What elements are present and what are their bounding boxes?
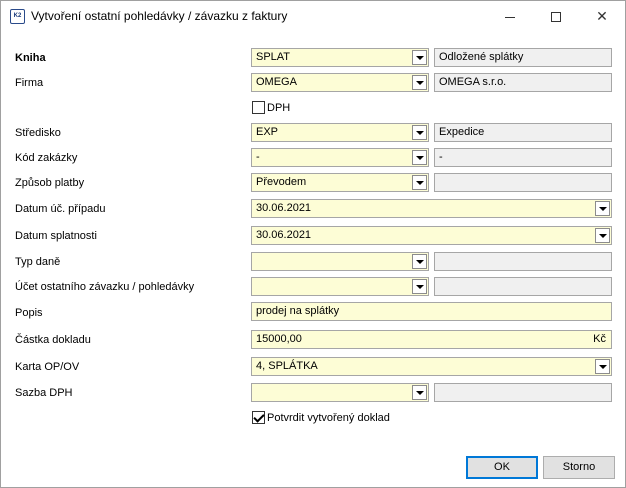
firma-value: OMEGA	[256, 76, 297, 88]
potvrdit-checkbox[interactable]	[252, 411, 265, 424]
kod-zakazky-combo[interactable]: -	[251, 148, 429, 167]
title-bar[interactable]: K2 Vytvoření ostatní pohledávky / závazk…	[1, 1, 625, 31]
close-icon: ✕	[596, 8, 608, 24]
zpusob-platby-combo[interactable]: Převodem	[251, 173, 429, 192]
storno-button[interactable]: Storno	[543, 456, 615, 479]
chevron-down-icon[interactable]	[595, 359, 610, 374]
chevron-down-icon[interactable]	[595, 201, 610, 216]
zpusob-platby-value: Převodem	[256, 176, 307, 188]
datum-uc-value: 30.06.2021	[256, 202, 312, 214]
chevron-down-icon[interactable]	[412, 150, 427, 165]
form-area: Kniha SPLAT Odložené splátky Firma OMEGA…	[1, 31, 625, 487]
chevron-down-icon[interactable]	[412, 279, 427, 294]
typ-dane-description	[434, 252, 612, 271]
chevron-down-icon[interactable]	[412, 50, 427, 65]
close-button[interactable]: ✕	[579, 1, 625, 31]
datum-splatnosti-value: 30.06.2021	[256, 229, 312, 241]
potvrdit-checkbox-label[interactable]: Potvrdit vytvořený doklad	[267, 412, 390, 424]
stredisko-description: Expedice	[434, 123, 612, 142]
kod-zakazky-value: -	[256, 151, 260, 163]
chevron-down-icon[interactable]	[595, 228, 610, 243]
kod-zakazky-description: -	[434, 148, 612, 167]
stredisko-value: EXP	[256, 126, 279, 138]
zpusob-platby-label: Způsob platby	[15, 177, 85, 189]
chevron-down-icon[interactable]	[412, 254, 427, 269]
firma-description: OMEGA s.r.o.	[434, 73, 612, 92]
datum-splatnosti-picker[interactable]: 30.06.2021	[251, 226, 612, 245]
kniha-label: Kniha	[15, 52, 46, 64]
stredisko-label: Středisko	[15, 127, 61, 139]
stredisko-combo[interactable]: EXP	[251, 123, 429, 142]
sazba-dph-description	[434, 383, 612, 402]
karta-label: Karta OP/OV	[15, 361, 80, 373]
datum-uc-picker[interactable]: 30.06.2021	[251, 199, 612, 218]
ucet-combo[interactable]	[251, 277, 429, 296]
datum-uc-label: Datum úč. případu	[15, 203, 106, 215]
datum-splatnosti-label: Datum splatnosti	[15, 230, 97, 242]
kniha-description: Odložené splátky	[434, 48, 612, 67]
chevron-down-icon[interactable]	[412, 125, 427, 140]
dph-checkbox[interactable]	[252, 101, 265, 114]
kod-zakazky-label: Kód zakázky	[15, 152, 78, 164]
dialog-window: K2 Vytvoření ostatní pohledávky / závazk…	[0, 0, 626, 488]
currency-label: Kč	[593, 333, 606, 345]
ucet-description	[434, 277, 612, 296]
typ-dane-label: Typ daně	[15, 256, 61, 268]
maximize-button[interactable]	[533, 1, 579, 31]
castka-value: 15000,00	[256, 333, 302, 345]
sazba-dph-label: Sazba DPH	[15, 387, 73, 399]
firma-combo[interactable]: OMEGA	[251, 73, 429, 92]
kniha-combo[interactable]: SPLAT	[251, 48, 429, 67]
chevron-down-icon[interactable]	[412, 75, 427, 90]
zpusob-platby-description	[434, 173, 612, 192]
typ-dane-combo[interactable]	[251, 252, 429, 271]
karta-value: 4, SPLÁTKA	[256, 360, 318, 372]
chevron-down-icon[interactable]	[412, 175, 427, 190]
dph-checkbox-label[interactable]: DPH	[267, 102, 290, 114]
ucet-label: Účet ostatního závazku / pohledávky	[15, 281, 195, 293]
maximize-icon	[551, 12, 561, 23]
minimize-icon	[505, 16, 515, 18]
kniha-value: SPLAT	[256, 51, 291, 63]
popis-input[interactable]: prodej na splátky	[251, 302, 612, 321]
sazba-dph-combo[interactable]	[251, 383, 429, 402]
popis-label: Popis	[15, 307, 43, 319]
firma-label: Firma	[15, 77, 44, 89]
ok-button[interactable]: OK	[466, 456, 538, 479]
castka-input[interactable]: 15000,00 Kč	[251, 330, 612, 349]
castka-label: Částka dokladu	[15, 334, 91, 346]
minimize-button[interactable]	[487, 1, 533, 31]
window-title: Vytvoření ostatní pohledávky / závazku z…	[31, 9, 288, 23]
app-icon: K2	[10, 9, 25, 24]
chevron-down-icon[interactable]	[412, 385, 427, 400]
karta-combo[interactable]: 4, SPLÁTKA	[251, 357, 612, 376]
